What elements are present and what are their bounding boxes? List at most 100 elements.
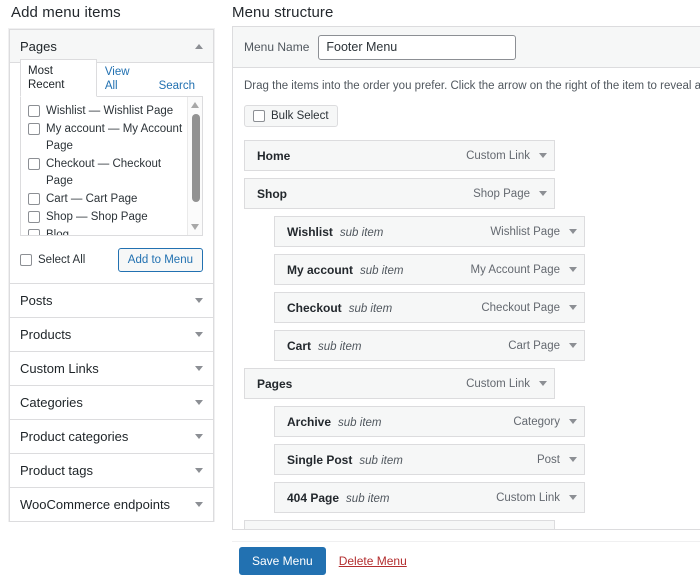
select-all-checkbox[interactable] (20, 254, 32, 266)
select-all-checkbox-row[interactable]: Select All (20, 254, 85, 266)
chevron-down-icon[interactable] (195, 298, 203, 303)
chevron-down-icon[interactable] (569, 267, 577, 272)
page-checkbox[interactable] (28, 229, 40, 235)
accordion-title: Product categories (20, 429, 129, 444)
list-item[interactable]: Checkout — Checkout Page (28, 156, 184, 190)
tab-search[interactable]: Search (151, 74, 203, 97)
save-menu-button[interactable]: Save Menu (239, 546, 326, 575)
page-checkbox[interactable] (28, 193, 40, 205)
menu-name-input[interactable] (318, 34, 517, 60)
drag-hint-text: Drag the items into the order you prefer… (244, 80, 700, 92)
menu-structure-panel: Menu Name Drag the items into the order … (232, 26, 700, 530)
tab-most-recent[interactable]: Most Recent (20, 59, 97, 97)
menu-item-checkout[interactable]: Checkout sub item Checkout Page (274, 292, 585, 323)
menu-item-shop[interactable]: Shop Shop Page (244, 178, 555, 209)
accordion-header-product-tags[interactable]: Product tags (10, 454, 213, 487)
accordion-title: Custom Links (20, 361, 99, 376)
menu-item-title: Home (257, 148, 291, 163)
menu-item-sub-label: sub item (339, 226, 384, 239)
menu-item-title: Wishlist (287, 224, 333, 239)
pages-list: Wishlist — Wishlist Page My account — My… (21, 97, 202, 236)
menu-item-sub-label: sub item (338, 416, 382, 429)
menu-item-title: Cart (287, 338, 312, 353)
menu-item-my-account[interactable]: My account sub item My Account Page (274, 254, 585, 285)
page-checkbox[interactable] (28, 211, 40, 223)
bulk-select-label: Bulk Select (271, 110, 329, 122)
accordion-header-custom-links[interactable]: Custom Links (10, 352, 213, 385)
chevron-down-icon[interactable] (195, 468, 203, 473)
menu-item-archive[interactable]: Archive sub item Category (274, 406, 585, 437)
menu-structure-body: Drag the items into the order you prefer… (233, 68, 700, 529)
chevron-down-icon[interactable] (539, 381, 547, 386)
accordion-header-woocommerce-endpoints[interactable]: WooCommerce endpoints (10, 488, 213, 521)
chevron-down-icon[interactable] (195, 332, 203, 337)
page-checkbox[interactable] (28, 158, 40, 170)
pages-list-container: Wishlist — Wishlist Page My account — My… (20, 97, 203, 236)
page-label: Checkout — Checkout Page (46, 158, 162, 187)
menu-item-type: Category (513, 415, 560, 428)
chevron-down-icon[interactable] (569, 343, 577, 348)
menu-item-type: Shop Page (473, 187, 530, 200)
scrollbar-thumb[interactable] (191, 114, 200, 202)
chevron-down-icon[interactable] (569, 229, 577, 234)
accordion-body-pages: Most Recent View All Search Wishlist — W… (10, 59, 213, 283)
accordion-title: Pages (20, 38, 57, 54)
chevron-down-icon[interactable] (569, 305, 577, 310)
menu-item-single-post[interactable]: Single Post sub item Post (274, 444, 585, 475)
accordion-header-posts[interactable]: Posts (10, 284, 213, 317)
menu-item-title: Archive (287, 414, 332, 429)
menu-name-label: Menu Name (244, 40, 310, 54)
chevron-down-icon[interactable] (569, 495, 577, 500)
list-item[interactable]: Cart — Cart Page (28, 191, 184, 208)
menus-admin-page: Add menu items Menu structure Pages Most… (0, 0, 700, 578)
bulk-select-checkbox[interactable] (253, 110, 265, 122)
chevron-down-icon[interactable] (195, 366, 203, 371)
accordion-header-categories[interactable]: Categories (10, 386, 213, 419)
scroll-down-arrow-icon[interactable] (191, 224, 199, 230)
bulk-select-button[interactable]: Bulk Select (244, 105, 338, 127)
menu-item-home[interactable]: Home Custom Link (244, 140, 555, 171)
pages-list-scrollbar[interactable] (187, 97, 202, 235)
chevron-down-icon[interactable] (195, 400, 203, 405)
delete-menu-link[interactable]: Delete Menu (339, 554, 407, 568)
add-menu-items-panel: Pages Most Recent View All Search Wishli… (8, 28, 215, 522)
menu-item-title: Shop (257, 186, 287, 201)
page-checkbox[interactable] (28, 123, 40, 135)
menu-name-row: Menu Name (233, 27, 700, 68)
chevron-down-icon[interactable] (195, 502, 203, 507)
menu-item-pages[interactable]: Pages Custom Link (244, 368, 555, 399)
list-item[interactable]: Wishlist — Wishlist Page (28, 103, 184, 120)
accordion-panel-posts: Posts (9, 283, 214, 318)
chevron-down-icon[interactable] (569, 457, 577, 462)
menu-item-type: Cart Page (508, 339, 560, 352)
accordion-title: Product tags (20, 463, 93, 478)
list-item[interactable]: Blog (28, 227, 184, 236)
list-item[interactable]: My account — My Account Page (28, 121, 184, 155)
chevron-down-icon[interactable] (539, 153, 547, 158)
select-all-label: Select All (38, 254, 86, 266)
scroll-up-arrow-icon[interactable] (191, 102, 199, 108)
tab-view-all[interactable]: View All (97, 60, 151, 97)
chevron-down-icon[interactable] (539, 191, 547, 196)
menu-item-wishlist[interactable]: Wishlist sub item Wishlist Page (274, 216, 585, 247)
menu-item-partially-visible[interactable] (244, 520, 555, 529)
accordion-header-products[interactable]: Products (10, 318, 213, 351)
menu-item-sub-label: sub item (318, 340, 362, 353)
accordion-panel-products: Products (9, 317, 214, 352)
menu-item-type: My Account Page (470, 263, 561, 276)
page-label: Blog (46, 229, 70, 236)
chevron-down-icon[interactable] (195, 434, 203, 439)
accordion-header-product-categories[interactable]: Product categories (10, 420, 213, 453)
accordion-panel-woocommerce-endpoints: WooCommerce endpoints (9, 487, 214, 522)
footer-divider (232, 541, 700, 542)
add-to-menu-button[interactable]: Add to Menu (117, 248, 203, 272)
menu-item-sub-label: sub item (359, 454, 403, 467)
chevron-down-icon[interactable] (569, 419, 577, 424)
menu-item-type: Checkout Page (481, 301, 560, 314)
chevron-up-icon[interactable] (195, 43, 203, 49)
menu-item-404-page[interactable]: 404 Page sub item Custom Link (274, 482, 585, 513)
page-checkbox[interactable] (28, 105, 40, 117)
accordion-title: Posts (20, 293, 53, 308)
list-item[interactable]: Shop — Shop Page (28, 209, 184, 226)
menu-item-cart[interactable]: Cart sub item Cart Page (274, 330, 585, 361)
